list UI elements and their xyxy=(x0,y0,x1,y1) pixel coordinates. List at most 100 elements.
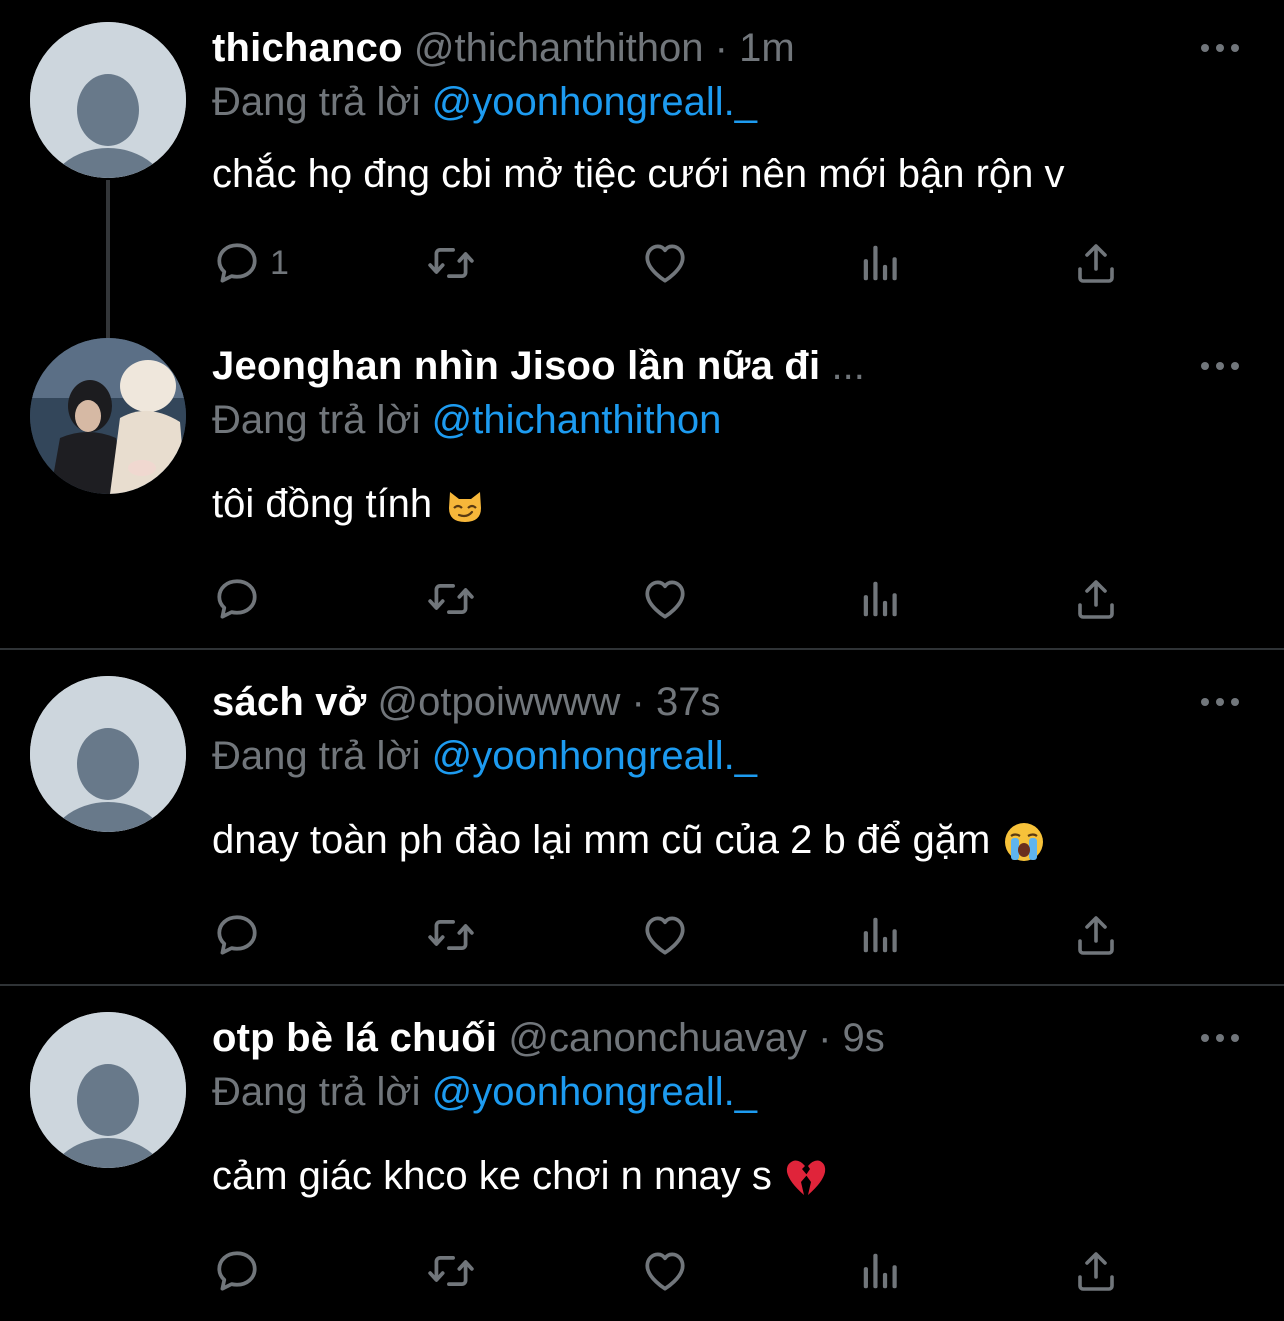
action-bar xyxy=(212,1246,1132,1296)
replying-to: Đang trả lời @thichanthithon xyxy=(212,394,721,446)
retweet-button[interactable] xyxy=(426,238,476,288)
like-icon xyxy=(640,910,690,960)
retweet-button[interactable] xyxy=(426,910,476,960)
more-options-button[interactable] xyxy=(1198,38,1242,58)
more-icon xyxy=(1198,692,1242,712)
truncation-ellipsis: ... xyxy=(831,344,865,388)
tweet-header: Jeonghan nhìn Jisoo lần nữa đi ... xyxy=(212,340,1172,392)
default-avatar-icon xyxy=(30,22,186,178)
separator-dot: · xyxy=(631,680,645,724)
reply-mention-link[interactable]: @yoonhongreall._ xyxy=(432,734,757,778)
retweet-button[interactable] xyxy=(426,1246,476,1296)
tweet[interactable]: thichanco @thichanthithon · 1m Đang trả … xyxy=(0,0,1284,330)
like-icon xyxy=(640,238,690,288)
share-button[interactable] xyxy=(1072,910,1120,960)
loudly-crying-face-emoji xyxy=(1005,823,1044,862)
reply-count: 1 xyxy=(270,243,289,282)
replying-to-label: Đang trả lời xyxy=(212,1070,421,1114)
separator-dot: · xyxy=(818,1016,832,1060)
replying-to-label: Đang trả lời xyxy=(212,398,421,442)
reply-icon xyxy=(212,1246,262,1296)
more-options-button[interactable] xyxy=(1198,692,1242,712)
retweet-icon xyxy=(426,574,476,624)
more-options-button[interactable] xyxy=(1198,356,1242,376)
more-icon xyxy=(1198,356,1242,376)
retweet-icon xyxy=(426,1246,476,1296)
user-handle[interactable]: @otpoiwwww xyxy=(378,680,621,724)
like-button[interactable] xyxy=(640,910,690,960)
replying-to-label: Đang trả lời xyxy=(212,80,421,124)
views-icon xyxy=(858,1248,904,1294)
avatar[interactable] xyxy=(30,676,186,832)
reply-button[interactable]: 1 xyxy=(212,238,289,288)
replying-to: Đang trả lời @yoonhongreall._ xyxy=(212,76,757,128)
action-bar xyxy=(212,574,1132,624)
reply-icon xyxy=(212,910,262,960)
tweet-header: sách vở @otpoiwwww · 37s xyxy=(212,676,1172,728)
tweet-text: chắc họ đng cbi mở tiệc cưới nên mới bận… xyxy=(212,146,1065,202)
views-button[interactable] xyxy=(858,238,904,288)
display-name[interactable]: thichanco xyxy=(212,26,403,70)
tweet[interactable]: otp bè lá chuối @canonchuavay · 9s Đang … xyxy=(0,986,1284,1321)
replying-to: Đang trả lời @yoonhongreall._ xyxy=(212,730,757,782)
reply-button[interactable] xyxy=(212,1246,262,1296)
user-handle[interactable]: @thichanthithon xyxy=(414,26,704,70)
share-icon xyxy=(1072,1247,1120,1295)
separator-dot: · xyxy=(714,26,728,70)
display-name[interactable]: sách vở xyxy=(212,680,366,724)
views-button[interactable] xyxy=(858,1246,904,1296)
replying-to-label: Đang trả lời xyxy=(212,734,421,778)
action-bar: 1 xyxy=(212,238,1132,288)
default-avatar-icon xyxy=(30,1012,186,1168)
tweet-text-content: chắc họ đng cbi mở tiệc cưới nên mới bận… xyxy=(212,152,1065,196)
tweet-header: otp bè lá chuối @canonchuavay · 9s xyxy=(212,1012,1172,1064)
views-icon xyxy=(858,576,904,622)
profile-photo xyxy=(30,338,186,494)
timestamp[interactable]: 1m xyxy=(739,26,795,70)
more-icon xyxy=(1198,1028,1242,1048)
reply-mention-link[interactable]: @yoonhongreall._ xyxy=(432,1070,757,1114)
more-icon xyxy=(1198,38,1242,58)
like-button[interactable] xyxy=(640,238,690,288)
user-handle[interactable]: @canonchuavay xyxy=(508,1016,807,1060)
avatar[interactable] xyxy=(30,22,186,178)
retweet-icon xyxy=(426,910,476,960)
display-name[interactable]: otp bè lá chuối xyxy=(212,1016,497,1060)
timestamp[interactable]: 37s xyxy=(656,680,721,724)
like-icon xyxy=(640,574,690,624)
like-button[interactable] xyxy=(640,574,690,624)
reply-mention-link[interactable]: @thichanthithon xyxy=(432,398,722,442)
tweet-text: tôi đồng tính xyxy=(212,476,485,532)
retweet-icon xyxy=(426,238,476,288)
share-icon xyxy=(1072,575,1120,623)
avatar[interactable] xyxy=(30,1012,186,1168)
reply-button[interactable] xyxy=(212,574,262,624)
avatar[interactable] xyxy=(30,338,186,494)
reply-icon xyxy=(212,238,262,288)
tweet-text: dnay toàn ph đào lại mm cũ của 2 b để gặ… xyxy=(212,812,1045,868)
views-button[interactable] xyxy=(858,574,904,624)
share-button[interactable] xyxy=(1072,1246,1120,1296)
reply-icon xyxy=(212,574,262,624)
tweet[interactable]: sách vở @otpoiwwww · 37s Đang trả lời @y… xyxy=(0,650,1284,984)
display-name[interactable]: Jeonghan nhìn Jisoo lần nữa đi xyxy=(212,344,820,388)
tweet-text-content: tôi đồng tính xyxy=(212,482,433,526)
share-button[interactable] xyxy=(1072,574,1120,624)
tweet-text-content: cảm giác khco ke chơi n nnay s xyxy=(212,1154,772,1198)
default-avatar-icon xyxy=(30,676,186,832)
share-button[interactable] xyxy=(1072,238,1120,288)
action-bar xyxy=(212,910,1132,960)
timestamp[interactable]: 9s xyxy=(843,1016,885,1060)
broken-heart-emoji xyxy=(786,1160,826,1196)
retweet-button[interactable] xyxy=(426,574,476,624)
views-button[interactable] xyxy=(858,910,904,960)
tweet[interactable]: Jeonghan nhìn Jisoo lần nữa đi ... Đang … xyxy=(0,330,1284,648)
like-button[interactable] xyxy=(640,1246,690,1296)
reply-mention-link[interactable]: @yoonhongreall._ xyxy=(432,80,757,124)
replying-to: Đang trả lời @yoonhongreall._ xyxy=(212,1066,757,1118)
like-icon xyxy=(640,1246,690,1296)
tweet-text: cảm giác khco ke chơi n nnay s xyxy=(212,1148,827,1204)
smirking-cat-emoji xyxy=(449,492,482,523)
more-options-button[interactable] xyxy=(1198,1028,1242,1048)
reply-button[interactable] xyxy=(212,910,262,960)
